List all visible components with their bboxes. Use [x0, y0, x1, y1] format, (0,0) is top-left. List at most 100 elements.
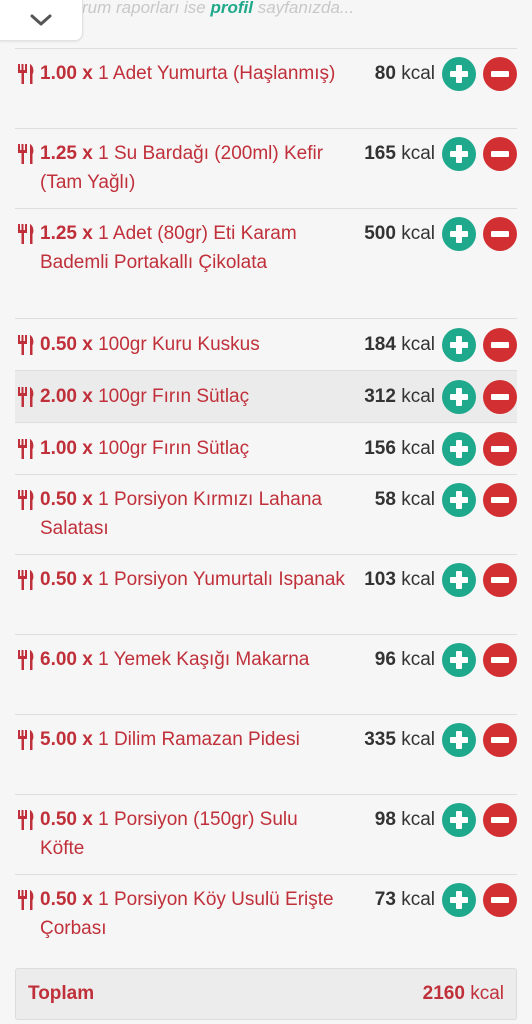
- minus-icon: [491, 342, 509, 348]
- plus-icon: [450, 891, 468, 909]
- meal-kcal-number: 58: [374, 489, 396, 510]
- meal-kcal-number: 103: [364, 569, 396, 590]
- meal-kcal-number: 98: [374, 809, 396, 830]
- meal-item: 0.50 x 1 Porsiyon Köy Usulü Erişte Çorba…: [15, 874, 517, 954]
- meal-kcal-number: 73: [374, 889, 396, 910]
- meal-kcal-unit: kcal: [401, 889, 435, 910]
- decrease-button[interactable]: [483, 380, 517, 414]
- increase-button[interactable]: [442, 723, 476, 757]
- increase-button[interactable]: [442, 483, 476, 517]
- meal-kcal-unit: kcal: [401, 223, 435, 244]
- meal-item: 1.00 x 1 Adet Yumurta (Haşlanmış) 80 kcal: [15, 48, 517, 128]
- increase-button[interactable]: [442, 328, 476, 362]
- plus-icon: [450, 571, 468, 589]
- cutlery-icon: [18, 650, 34, 670]
- increase-button[interactable]: [442, 803, 476, 837]
- meal-kcal-unit: kcal: [401, 334, 435, 355]
- minus-icon: [491, 817, 509, 823]
- meal-quantity: 0.50 x: [40, 809, 93, 830]
- meal-quantity: 0.50 x: [40, 489, 93, 510]
- plus-icon: [450, 440, 468, 458]
- meal-item: 0.50 x 1 Porsiyon Kırmızı Lahana Salatas…: [15, 474, 517, 554]
- increase-button[interactable]: [442, 217, 476, 251]
- meal-kcal-unit: kcal: [401, 438, 435, 459]
- chevron-down-icon: [30, 14, 52, 26]
- meal-item: 5.00 x 1 Dilim Ramazan Pidesi 335 kcal: [15, 714, 517, 794]
- meal-kcal: 96 kcal: [375, 645, 435, 674]
- meal-food-name: 100gr Fırın Sütlaç: [98, 438, 250, 459]
- meal-quantity: 1.25 x: [40, 143, 93, 164]
- minus-icon: [491, 231, 509, 237]
- increase-button[interactable]: [442, 643, 476, 677]
- decrease-button[interactable]: [483, 137, 517, 171]
- meal-kcal: 103 kcal: [364, 565, 435, 594]
- meal-kcal: 335 kcal: [364, 725, 435, 754]
- cutlery-icon: [18, 64, 34, 84]
- cutlery-icon: [18, 730, 34, 750]
- minus-icon: [491, 737, 509, 743]
- decrease-button[interactable]: [483, 883, 517, 917]
- minus-icon: [491, 151, 509, 157]
- meal-description: 6.00 x 1 Yemek Kaşığı Makarna: [40, 645, 345, 674]
- cutlery-icon: [18, 144, 34, 164]
- total-label: Toplam: [28, 983, 95, 1004]
- cutlery-icon: [18, 387, 34, 407]
- meal-description: 1.25 x 1 Su Bardağı (200ml) Kefir (Tam Y…: [40, 139, 345, 197]
- hint-suffix: sayfanızda...: [252, 0, 355, 17]
- meal-description: 1.00 x 100gr Fırın Sütlaç: [40, 434, 345, 463]
- collapse-toggle-button[interactable]: [0, 0, 83, 41]
- meal-kcal: 184 kcal: [364, 330, 435, 359]
- increase-button[interactable]: [442, 883, 476, 917]
- plus-icon: [450, 225, 468, 243]
- meal-kcal: 165 kcal: [364, 139, 435, 168]
- decrease-button[interactable]: [483, 563, 517, 597]
- plus-icon: [450, 651, 468, 669]
- minus-icon: [491, 394, 509, 400]
- meal-food-name: 1 Dilim Ramazan Pidesi: [98, 729, 300, 750]
- meal-food-name: 100gr Kuru Kuskus: [98, 334, 260, 355]
- decrease-button[interactable]: [483, 328, 517, 362]
- meal-kcal: 80 kcal: [375, 59, 435, 88]
- increase-button[interactable]: [442, 563, 476, 597]
- meal-list: 1.00 x 1 Adet Yumurta (Haşlanmış) 80 kcal…: [15, 48, 517, 954]
- meal-description: 0.50 x 1 Porsiyon Köy Usulü Erişte Çorba…: [40, 885, 345, 943]
- meal-food-name: 1 Adet Yumurta (Haşlanmış): [98, 63, 336, 84]
- meal-kcal: 58 kcal: [375, 485, 435, 514]
- meal-quantity: 6.00 x: [40, 649, 93, 670]
- meal-description: 2.00 x 100gr Fırın Sütlaç: [40, 382, 345, 411]
- plus-icon: [450, 336, 468, 354]
- minus-icon: [491, 497, 509, 503]
- plus-icon: [450, 811, 468, 829]
- increase-button[interactable]: [442, 137, 476, 171]
- decrease-button[interactable]: [483, 643, 517, 677]
- meal-kcal-number: 184: [364, 334, 396, 355]
- meal-quantity: 0.50 x: [40, 569, 93, 590]
- decrease-button[interactable]: [483, 803, 517, 837]
- profile-link[interactable]: profil: [210, 0, 253, 17]
- decrease-button[interactable]: [483, 57, 517, 91]
- decrease-button[interactable]: [483, 432, 517, 466]
- meal-kcal-unit: kcal: [401, 489, 435, 510]
- cutlery-icon: [18, 224, 34, 244]
- decrease-button[interactable]: [483, 217, 517, 251]
- increase-button[interactable]: [442, 380, 476, 414]
- meal-kcal-unit: kcal: [401, 649, 435, 670]
- meal-description: 1.25 x 1 Adet (80gr) Eti Karam Bademli P…: [40, 219, 345, 277]
- cutlery-icon: [18, 439, 34, 459]
- meal-quantity: 1.00 x: [40, 438, 93, 459]
- meal-kcal-unit: kcal: [401, 143, 435, 164]
- meal-kcal-number: 156: [364, 438, 396, 459]
- increase-button[interactable]: [442, 57, 476, 91]
- minus-icon: [491, 71, 509, 77]
- meal-kcal-unit: kcal: [401, 569, 435, 590]
- decrease-button[interactable]: [483, 483, 517, 517]
- total-kcal-number: 2160: [422, 983, 465, 1004]
- meal-description: 0.50 x 100gr Kuru Kuskus: [40, 330, 345, 359]
- decrease-button[interactable]: [483, 723, 517, 757]
- increase-button[interactable]: [442, 432, 476, 466]
- meal-quantity: 2.00 x: [40, 386, 93, 407]
- meal-kcal-number: 165: [364, 143, 396, 164]
- meal-kcal-unit: kcal: [401, 63, 435, 84]
- meal-kcal-unit: kcal: [401, 729, 435, 750]
- meal-item: 1.00 x 100gr Fırın Sütlaç 156 kcal: [15, 422, 517, 474]
